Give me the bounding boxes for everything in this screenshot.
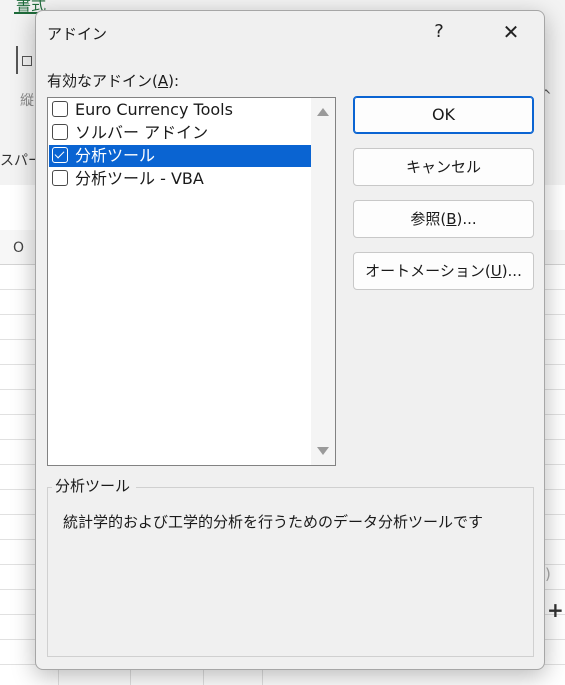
scroll-up-arrow-icon[interactable] [317, 108, 329, 116]
browse-label: 参照( [410, 210, 447, 228]
addin-label: ソルバー アドイン [75, 123, 209, 142]
dialog-title: アドイン [47, 25, 108, 43]
addins-list-label: 有効なアドイン(A): [47, 70, 179, 91]
dialog-titlebar[interactable]: アドイン ? ✕ [36, 11, 544, 53]
browse-button[interactable]: 参照(B)... [353, 200, 534, 238]
automation-label-suffix: )... [501, 262, 522, 280]
description-text: 統計学的および工学的分析を行うためのデータ分析ツールです [63, 513, 484, 531]
addin-item-analysis-toolpak[interactable]: 分析ツール [49, 145, 311, 167]
listbox-scrollbar[interactable] [311, 98, 335, 465]
addin-label: Euro Currency Tools [75, 100, 233, 119]
background-plus-icon: + [547, 598, 564, 622]
addin-item-euro-currency-tools[interactable]: Euro Currency Tools [49, 99, 311, 121]
ok-button[interactable]: OK [353, 96, 534, 134]
column-header-o[interactable]: O [13, 240, 24, 256]
close-button[interactable]: ✕ [491, 17, 531, 47]
addin-item-solver[interactable]: ソルバー アドイン [49, 122, 311, 144]
ribbon-label-vertical: 縦 [20, 93, 34, 109]
automation-label: オートメーション( [365, 262, 491, 280]
addin-checkbox[interactable] [52, 170, 68, 186]
browse-label-suffix: )... [456, 210, 477, 228]
addin-label: 分析ツール [75, 146, 156, 165]
cancel-button[interactable]: キャンセル [353, 148, 534, 186]
automation-accelerator: U [490, 262, 502, 280]
addins-dialog: アドイン ? ✕ 有効なアドイン(A): Euro Currency Tools… [35, 10, 545, 670]
scroll-down-arrow-icon[interactable] [317, 447, 329, 455]
addins-listbox[interactable]: Euro Currency Tools ソルバー アドイン 分析ツール 分析ツー… [47, 97, 336, 466]
addin-item-analysis-toolpak-vba[interactable]: 分析ツール - VBA [49, 168, 311, 190]
automation-button[interactable]: オートメーション(U)... [353, 252, 534, 290]
list-label-accelerator: A [157, 72, 169, 90]
addin-label: 分析ツール - VBA [75, 169, 204, 188]
addin-checkbox[interactable] [52, 101, 68, 117]
description-title: 分析ツール [52, 475, 137, 496]
list-label-text: 有効なアドイン( [47, 72, 158, 90]
addin-checkbox[interactable] [52, 124, 68, 140]
list-label-suffix: ): [168, 72, 180, 90]
background-text-paren: ) [545, 565, 551, 583]
help-button[interactable]: ? [424, 17, 454, 47]
addin-checkbox-checked[interactable] [52, 147, 68, 163]
browse-accelerator: B [446, 210, 457, 228]
